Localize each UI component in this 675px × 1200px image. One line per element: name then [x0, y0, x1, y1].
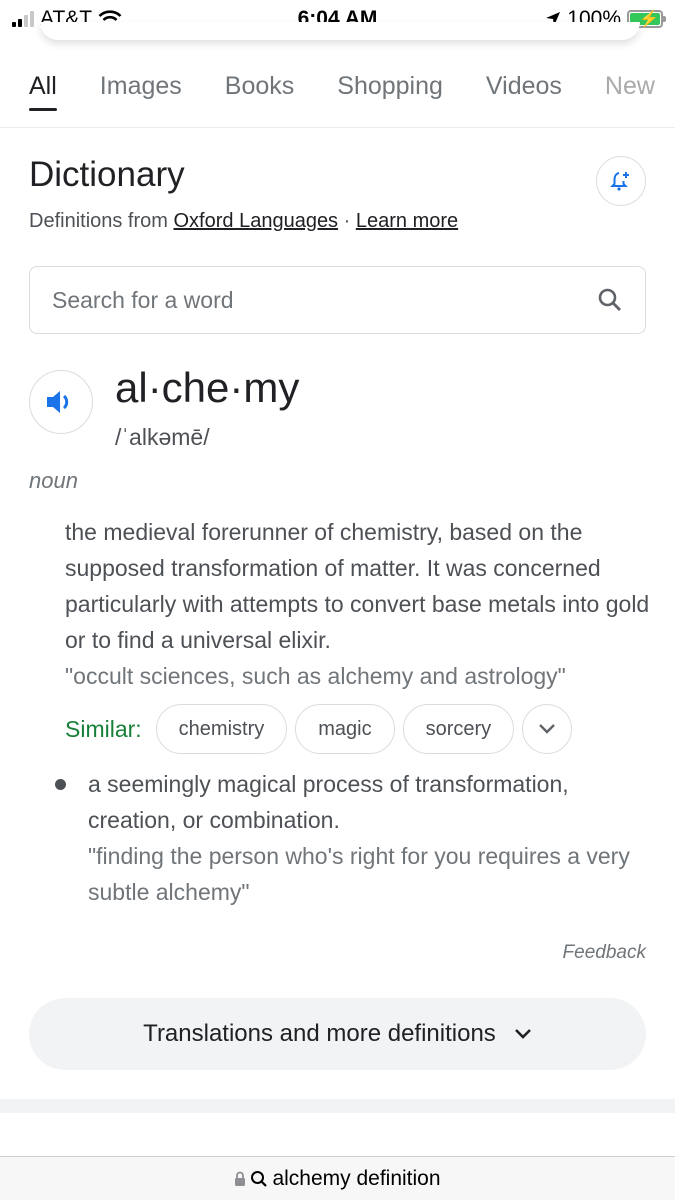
- tab-shopping[interactable]: Shopping: [337, 60, 443, 101]
- speaker-icon: [47, 391, 69, 413]
- similar-label: Similar:: [65, 715, 142, 742]
- similar-chip-magic[interactable]: magic: [295, 704, 395, 754]
- definition-2: a seemingly magical process of transform…: [55, 766, 655, 910]
- separator: ·: [343, 210, 351, 232]
- search-icon: [251, 1170, 268, 1187]
- translations-more-button[interactable]: Translations and more definitions: [29, 998, 646, 1070]
- similar-chip-sorcery[interactable]: sorcery: [402, 704, 515, 754]
- phonetic: /ˈalkəmē/: [115, 424, 210, 450]
- definition-1-example: "occult sciences, such as alchemy and as…: [65, 663, 566, 689]
- tab-all[interactable]: All: [29, 60, 57, 111]
- definition-1-text: the medieval forerunner of chemistry, ba…: [65, 519, 650, 653]
- tab-videos[interactable]: Videos: [486, 60, 562, 101]
- source-prefix: Definitions from: [29, 210, 168, 232]
- word-search-input[interactable]: [52, 286, 552, 314]
- url-text: alchemy definition: [272, 1166, 441, 1190]
- source-line: Definitions from Oxford Languages · Lear…: [29, 210, 458, 233]
- part-of-speech: noun: [29, 468, 78, 493]
- bullet: [55, 779, 66, 790]
- bell-plus-icon: [610, 172, 629, 191]
- search-tabs: All Images Books Shopping Videos New: [0, 60, 675, 128]
- add-alert-button[interactable]: [596, 156, 646, 206]
- dictionary-title: Dictionary: [29, 155, 185, 194]
- headword: al·che·my: [115, 364, 300, 411]
- tab-news[interactable]: New: [605, 60, 655, 101]
- similar-words: Similar: chemistry magic sorcery: [65, 704, 573, 754]
- oxford-languages-link[interactable]: Oxford Languages: [174, 210, 339, 232]
- feedback-link[interactable]: Feedback: [563, 942, 646, 964]
- lock-icon: [235, 1171, 246, 1186]
- search-icon[interactable]: [597, 287, 623, 313]
- url-bar[interactable]: alchemy definition: [0, 1156, 675, 1200]
- more-similar-button[interactable]: [522, 704, 573, 754]
- tab-books[interactable]: Books: [225, 60, 294, 101]
- learn-more-link[interactable]: Learn more: [356, 210, 458, 232]
- similar-chip-chemistry[interactable]: chemistry: [155, 704, 288, 754]
- section-divider: [0, 1099, 675, 1113]
- word-search-box[interactable]: [29, 266, 646, 334]
- search-bar-edge: [40, 22, 640, 40]
- definition-2-example: "finding the person who's right for you …: [88, 843, 630, 905]
- chevron-down-icon: [514, 1029, 531, 1039]
- pronunciation-button[interactable]: [29, 370, 93, 434]
- definition-1: the medieval forerunner of chemistry, ba…: [65, 514, 655, 694]
- signal-icon: [12, 11, 34, 27]
- translations-more-label: Translations and more definitions: [143, 1020, 496, 1047]
- tab-images[interactable]: Images: [100, 60, 182, 101]
- chevron-down-icon: [539, 724, 556, 734]
- definition-2-text: a seemingly magical process of transform…: [88, 771, 569, 833]
